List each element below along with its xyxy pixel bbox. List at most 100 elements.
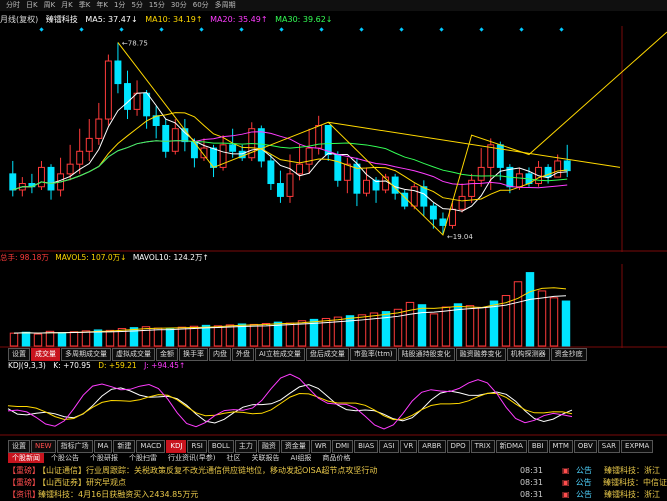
candle (410, 186, 418, 207)
period-tab[interactable]: 5分 (131, 1, 142, 9)
indicator-tab[interactable]: 新DMA (495, 440, 527, 453)
candle (162, 124, 170, 152)
period-tab[interactable]: 多周期 (215, 1, 236, 9)
announcement-item[interactable]: ▣ 公告 臻镭科技：浙江 (562, 489, 667, 501)
indicator-tab[interactable]: SAR (597, 440, 621, 453)
news-tab[interactable]: AI组报 (286, 453, 315, 463)
candle (458, 195, 466, 210)
vol-indicator-tab[interactable]: 多周期成交量 (61, 348, 111, 361)
period-tab[interactable]: 30分 (171, 1, 187, 9)
period-label: 月线(复权) (0, 15, 39, 24)
indicator-tab[interactable]: BBI (527, 440, 548, 453)
news-tab[interactable]: 个股研报 (86, 453, 122, 463)
volume-bar (153, 327, 163, 347)
vol-indicator-tab[interactable]: 资金抄底 (550, 348, 587, 361)
news-headline[interactable]: 臻镭科技：4月16日获融资买入2434.85万元 (38, 489, 503, 501)
candle (439, 218, 447, 226)
signal-marker (559, 27, 564, 32)
vol-indicator-tab[interactable]: 市盈率(ttm) (349, 348, 397, 361)
vol-indicator-tab[interactable]: 成交量 (31, 348, 60, 361)
candle (267, 160, 275, 185)
period-tab[interactable]: 60分 (193, 1, 209, 9)
candle (276, 183, 284, 197)
announcement-item[interactable]: ▣ 公告 臻镭科技：浙江 (562, 465, 667, 477)
vol-indicator-tab[interactable]: 金额 (156, 348, 178, 361)
news-tab[interactable]: 关联报告 (247, 453, 283, 463)
candle (190, 141, 198, 159)
volume-bar (21, 331, 31, 347)
period-tab[interactable]: 15分 (149, 1, 165, 9)
period-tab[interactable]: 日K (26, 1, 38, 9)
news-item[interactable]: 【重磅】 【山证通信】行业周跟踪：关税政策反复不改光通信供应链地位，移动发起OIS… (8, 465, 558, 477)
candlestick-chart[interactable]: ←78.75 ←19.04 (0, 26, 667, 252)
news-tab[interactable]: 社区 (222, 453, 244, 463)
candle (477, 166, 485, 181)
vol-indicator-tab[interactable]: AI立桩成交量 (255, 348, 305, 361)
news-tab[interactable]: 个股扫雷 (125, 453, 161, 463)
vol-indicator-tab[interactable]: 外盘 (232, 348, 254, 361)
kdj-k: K: +70.95 (53, 361, 91, 370)
candle (85, 137, 93, 152)
vol-indicator-tab[interactable]: 陆股通持股变化 (397, 348, 455, 361)
news-tab[interactable]: 行业资讯(早参) (164, 453, 219, 463)
volume-bar (369, 312, 379, 347)
vol-indicator-tab[interactable]: 内盘 (209, 348, 231, 361)
period-tab[interactable]: 月K (61, 1, 73, 9)
candle (76, 150, 84, 165)
announcement-tag: 公告 (575, 478, 592, 487)
candle (363, 179, 370, 194)
stock-name[interactable]: 臻镭科技 (46, 15, 78, 24)
vol-indicator-tab[interactable]: 机构探测器 (506, 348, 550, 361)
news-tab[interactable]: 个股公告 (47, 453, 83, 463)
period-tab[interactable]: 分时 (6, 1, 20, 9)
kdj-d: D: +59.21 (98, 361, 137, 370)
indicator-tab[interactable]: OBV (573, 440, 597, 453)
signal-marker (199, 27, 204, 32)
volume-bar (489, 300, 499, 347)
volume-bar (213, 325, 223, 347)
news-item[interactable]: 【重磅】 【山西证券】研究早观点 08:31 (8, 477, 558, 489)
news-tab[interactable]: 个股新闻 (8, 452, 44, 463)
signal-marker (439, 27, 444, 32)
news-time: 08:31 (519, 466, 543, 475)
signal-marker (399, 27, 404, 32)
news-item[interactable]: 【资讯】 臻镭科技：4月16日获融资买入2434.85万元 08:31 (8, 489, 558, 501)
volume-bar (405, 301, 415, 347)
volume-bar (237, 323, 247, 347)
period-tab[interactable]: 季K (79, 1, 91, 9)
vol-indicator-tab[interactable]: 融资融券变化 (455, 348, 506, 361)
volume-bar (165, 328, 175, 347)
announcement-text[interactable]: 臻镭科技：浙江 (604, 465, 660, 477)
period-tab[interactable]: 1分 (114, 1, 125, 9)
candle (563, 160, 571, 172)
kdj-name: KDJ(9,3,3) (8, 361, 46, 370)
volume-chart[interactable] (0, 264, 667, 348)
signal-marker (39, 27, 44, 32)
kdj-chart[interactable] (0, 370, 667, 436)
vol-indicator-tab[interactable]: 虚拟成交量 (112, 348, 155, 361)
volume-bar (189, 325, 199, 347)
vol-indicator-tab[interactable]: 设置 (8, 348, 30, 361)
volume-bar (105, 329, 115, 347)
kdj-d-line (7, 392, 573, 421)
period-tab[interactable]: 周K (44, 1, 56, 9)
announcement-item[interactable]: ▣ 公告 臻镭科技：中信证 (562, 477, 667, 489)
vol-indicator-tab[interactable]: 盘后成交量 (305, 348, 349, 361)
news-headline[interactable]: 【山证通信】行业周跟踪：关税政策反复不改光通信供应链地位，移动发起OISA超节点… (38, 465, 503, 477)
signal-marker (359, 27, 364, 32)
announcement-text[interactable]: 臻镭科技：中信证 (603, 477, 667, 489)
period-tab[interactable]: 年K (96, 1, 108, 9)
volume-bar (33, 333, 43, 347)
news-headline[interactable]: 【山西证券】研究早观点 (38, 477, 503, 489)
candle (95, 118, 103, 139)
volume-bar (225, 324, 235, 347)
volume-bar (441, 306, 451, 347)
indicator-tab[interactable]: EXPMA (621, 440, 654, 453)
announcement-tag: 公告 (576, 466, 592, 475)
vol-indicator-tab[interactable]: 换手率 (179, 348, 208, 361)
volume-bar (513, 281, 523, 347)
signal-marker (279, 27, 284, 32)
indicator-tab[interactable]: MTM (548, 440, 573, 453)
announcement-text[interactable]: 臻镭科技：浙江 (604, 489, 660, 501)
news-tab[interactable]: 商品价格 (318, 453, 354, 463)
